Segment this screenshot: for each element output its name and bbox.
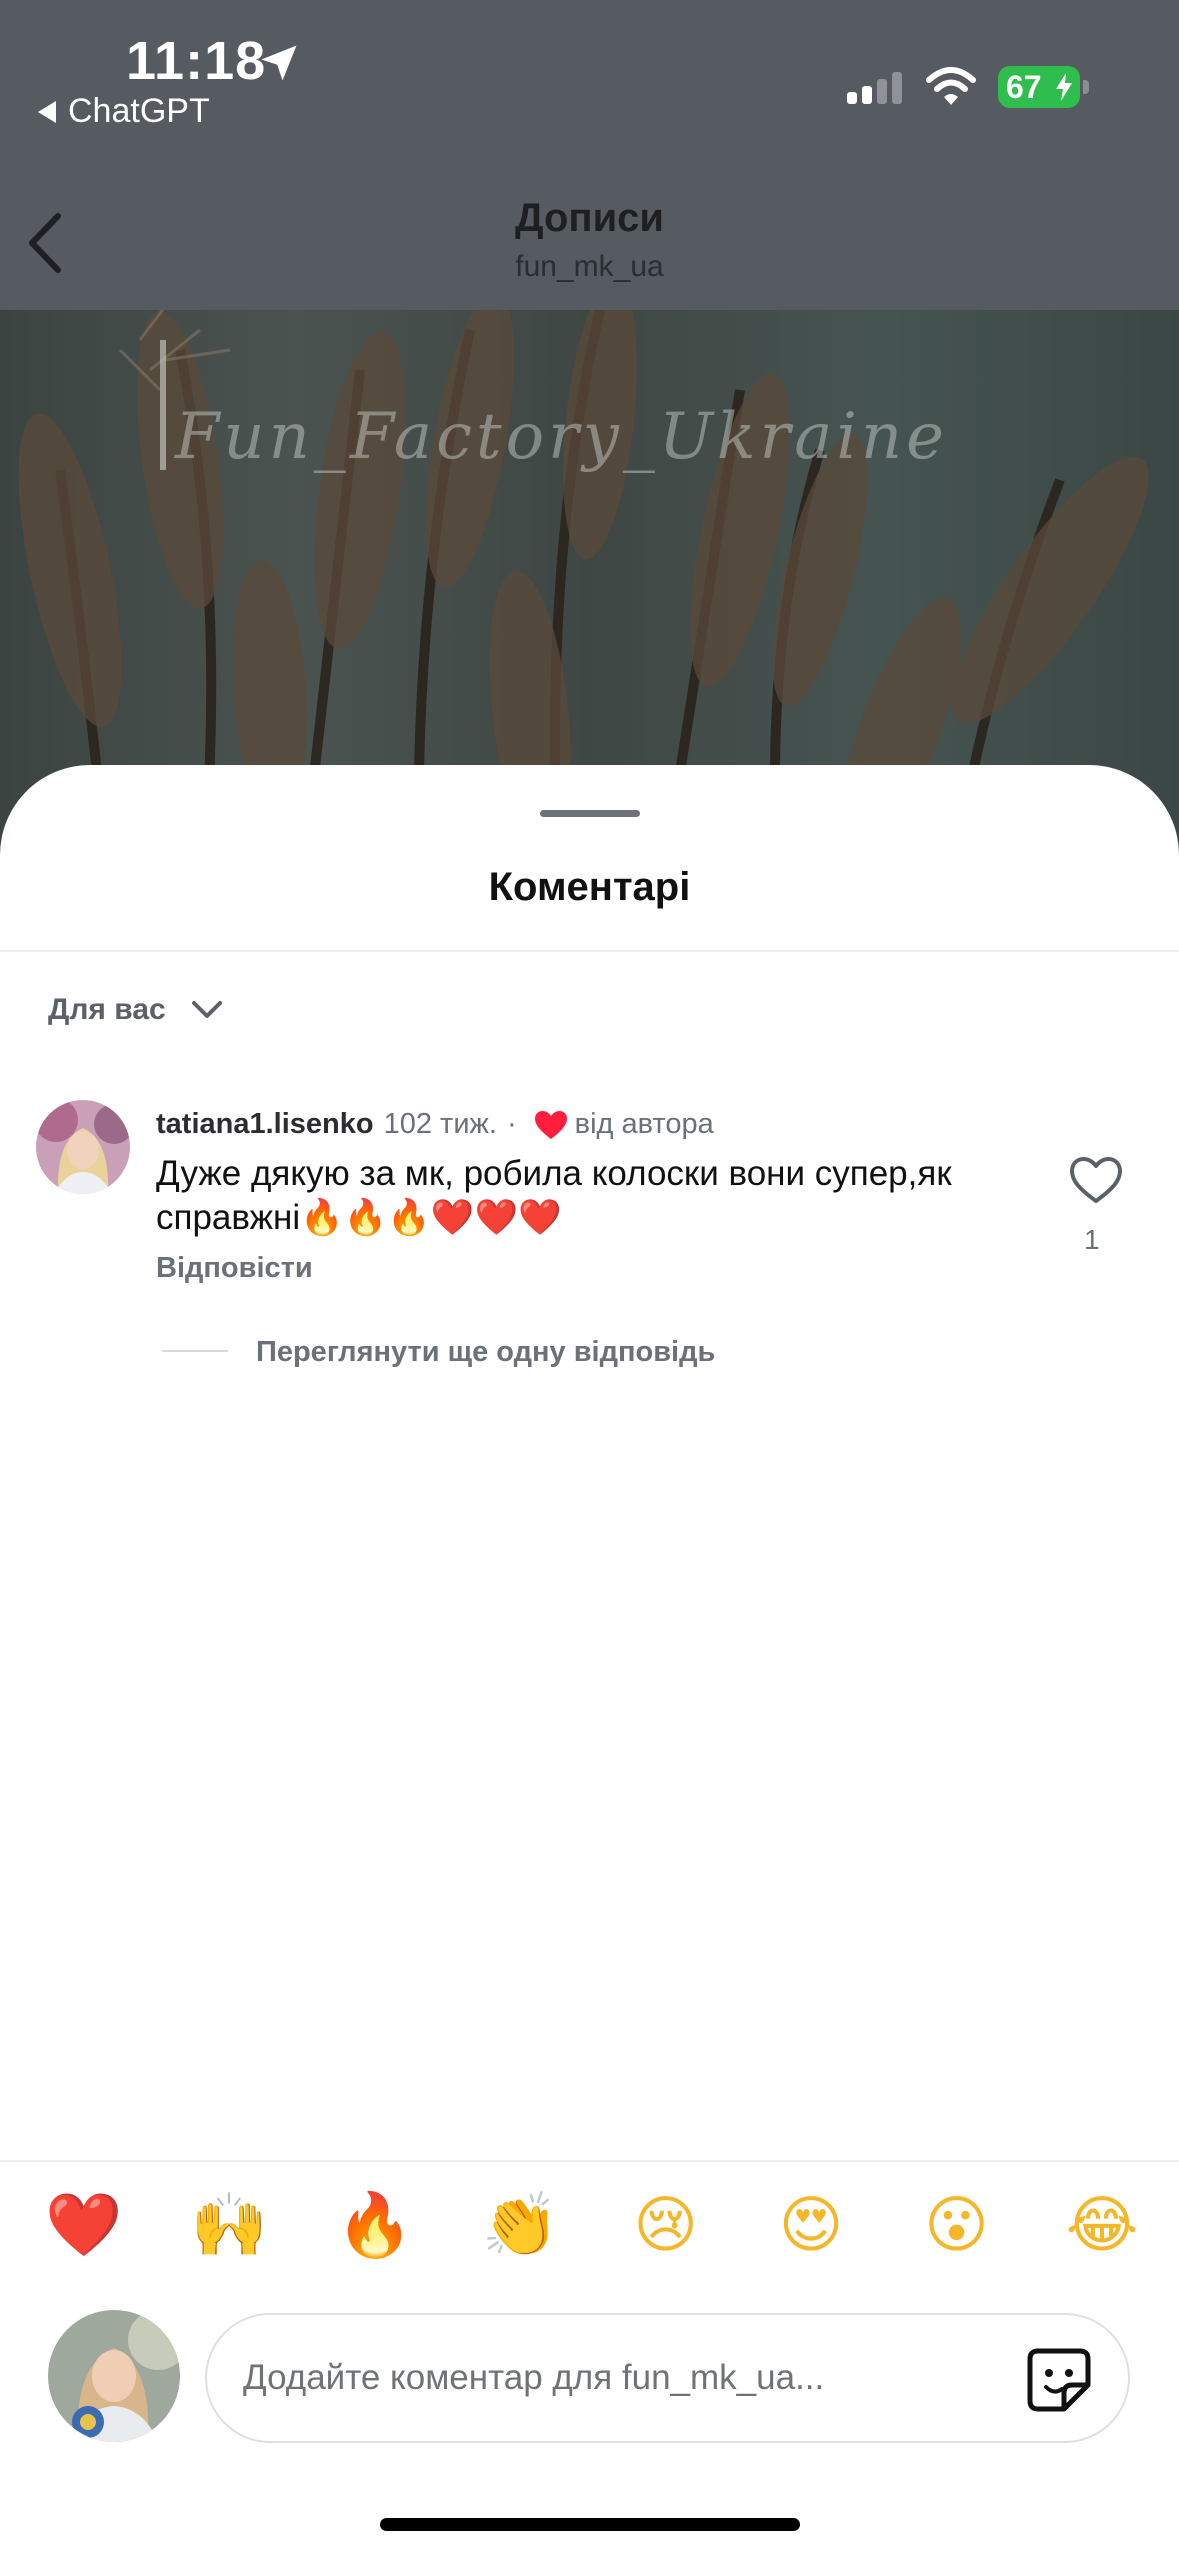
image-watermark: Fun_Factory_Ukraine xyxy=(175,400,948,474)
chevron-down-icon xyxy=(191,1001,222,1018)
reaction-heart[interactable]: ❤️ xyxy=(45,2190,122,2262)
reaction-cry[interactable]: 😢 xyxy=(630,2190,702,2262)
status-time: 11:18 xyxy=(126,31,267,91)
wifi-icon xyxy=(926,67,976,105)
author-liked-badge: від автора xyxy=(574,1108,714,1140)
divider xyxy=(0,2160,1179,2162)
reaction-clap[interactable]: 👏 xyxy=(482,2190,559,2262)
comment-sort-dropdown[interactable]: Для вас xyxy=(48,993,224,1027)
back-app-label: ChatGPT xyxy=(68,92,210,130)
comment-input[interactable] xyxy=(243,2358,983,2398)
page-title: Дописи xyxy=(514,196,664,240)
divider xyxy=(0,950,1179,952)
comment-input-container xyxy=(205,2313,1130,2443)
cell-signal-icon xyxy=(847,72,902,104)
avatar[interactable] xyxy=(36,1100,130,1194)
comment-text: Дуже дякую за мк, робила колоски вони су… xyxy=(156,1152,956,1240)
fire-emoji: 🔥🔥🔥 xyxy=(300,1198,431,1238)
view-more-replies-button[interactable]: Переглянути ще одну відповідь xyxy=(256,1336,715,1369)
comment-time: 102 тиж. xyxy=(383,1108,497,1140)
current-user-avatar[interactable] xyxy=(48,2310,180,2442)
location-arrow-icon xyxy=(261,45,297,81)
reply-button[interactable]: Відповісти xyxy=(156,1252,313,1285)
top-bar: 11:18 ChatGPT 67 Дописи fun_mk_ua xyxy=(0,0,1179,310)
heart-outline-icon[interactable] xyxy=(1068,1155,1124,1205)
battery-indicator: 67 xyxy=(998,66,1089,108)
comment-username[interactable]: tatiana1.lisenko xyxy=(156,1108,374,1141)
reaction-surprised[interactable]: 😮 xyxy=(921,2190,993,2262)
reaction-laugh[interactable]: 😂 xyxy=(1066,2190,1138,2262)
battery-percent: 67 xyxy=(1006,68,1042,105)
sort-label: Для вас xyxy=(48,993,166,1026)
comment-meta: tatiana1.lisenko 102 тиж. · від автора xyxy=(156,1108,714,1141)
meta-separator: · xyxy=(506,1108,517,1140)
sheet-title: Коментарі xyxy=(488,865,691,909)
like-count: 1 xyxy=(1084,1224,1100,1255)
battery-cap xyxy=(1083,80,1089,94)
heart-filled-icon xyxy=(534,1110,567,1139)
reaction-fire[interactable]: 🔥 xyxy=(336,2190,413,2262)
reaction-heart-eyes[interactable]: 😍 xyxy=(775,2190,847,2262)
sticker-icon[interactable] xyxy=(1024,2345,1094,2415)
page-subtitle: fun_mk_ua xyxy=(515,250,664,283)
sheet-drag-handle[interactable] xyxy=(540,810,640,817)
back-to-app-link[interactable]: ChatGPT xyxy=(38,92,210,131)
reaction-raised-hands[interactable]: 🙌 xyxy=(191,2190,268,2262)
quick-reactions-bar: ❤️ 🙌 🔥 👏 😢 😍 😮 😂 xyxy=(45,2190,1138,2262)
replies-divider-line xyxy=(162,1350,228,1352)
charging-bolt-icon xyxy=(1056,73,1072,101)
comments-sheet: Коментарі Для вас tatiana1.lisenko 102 т… xyxy=(0,765,1179,2556)
heart-emoji: ❤️❤️❤️ xyxy=(430,1198,562,1238)
home-indicator[interactable] xyxy=(380,2518,800,2531)
comment-item: tatiana1.lisenko 102 тиж. · від автора Д… xyxy=(36,1100,1146,1368)
back-triangle-icon xyxy=(38,100,56,123)
